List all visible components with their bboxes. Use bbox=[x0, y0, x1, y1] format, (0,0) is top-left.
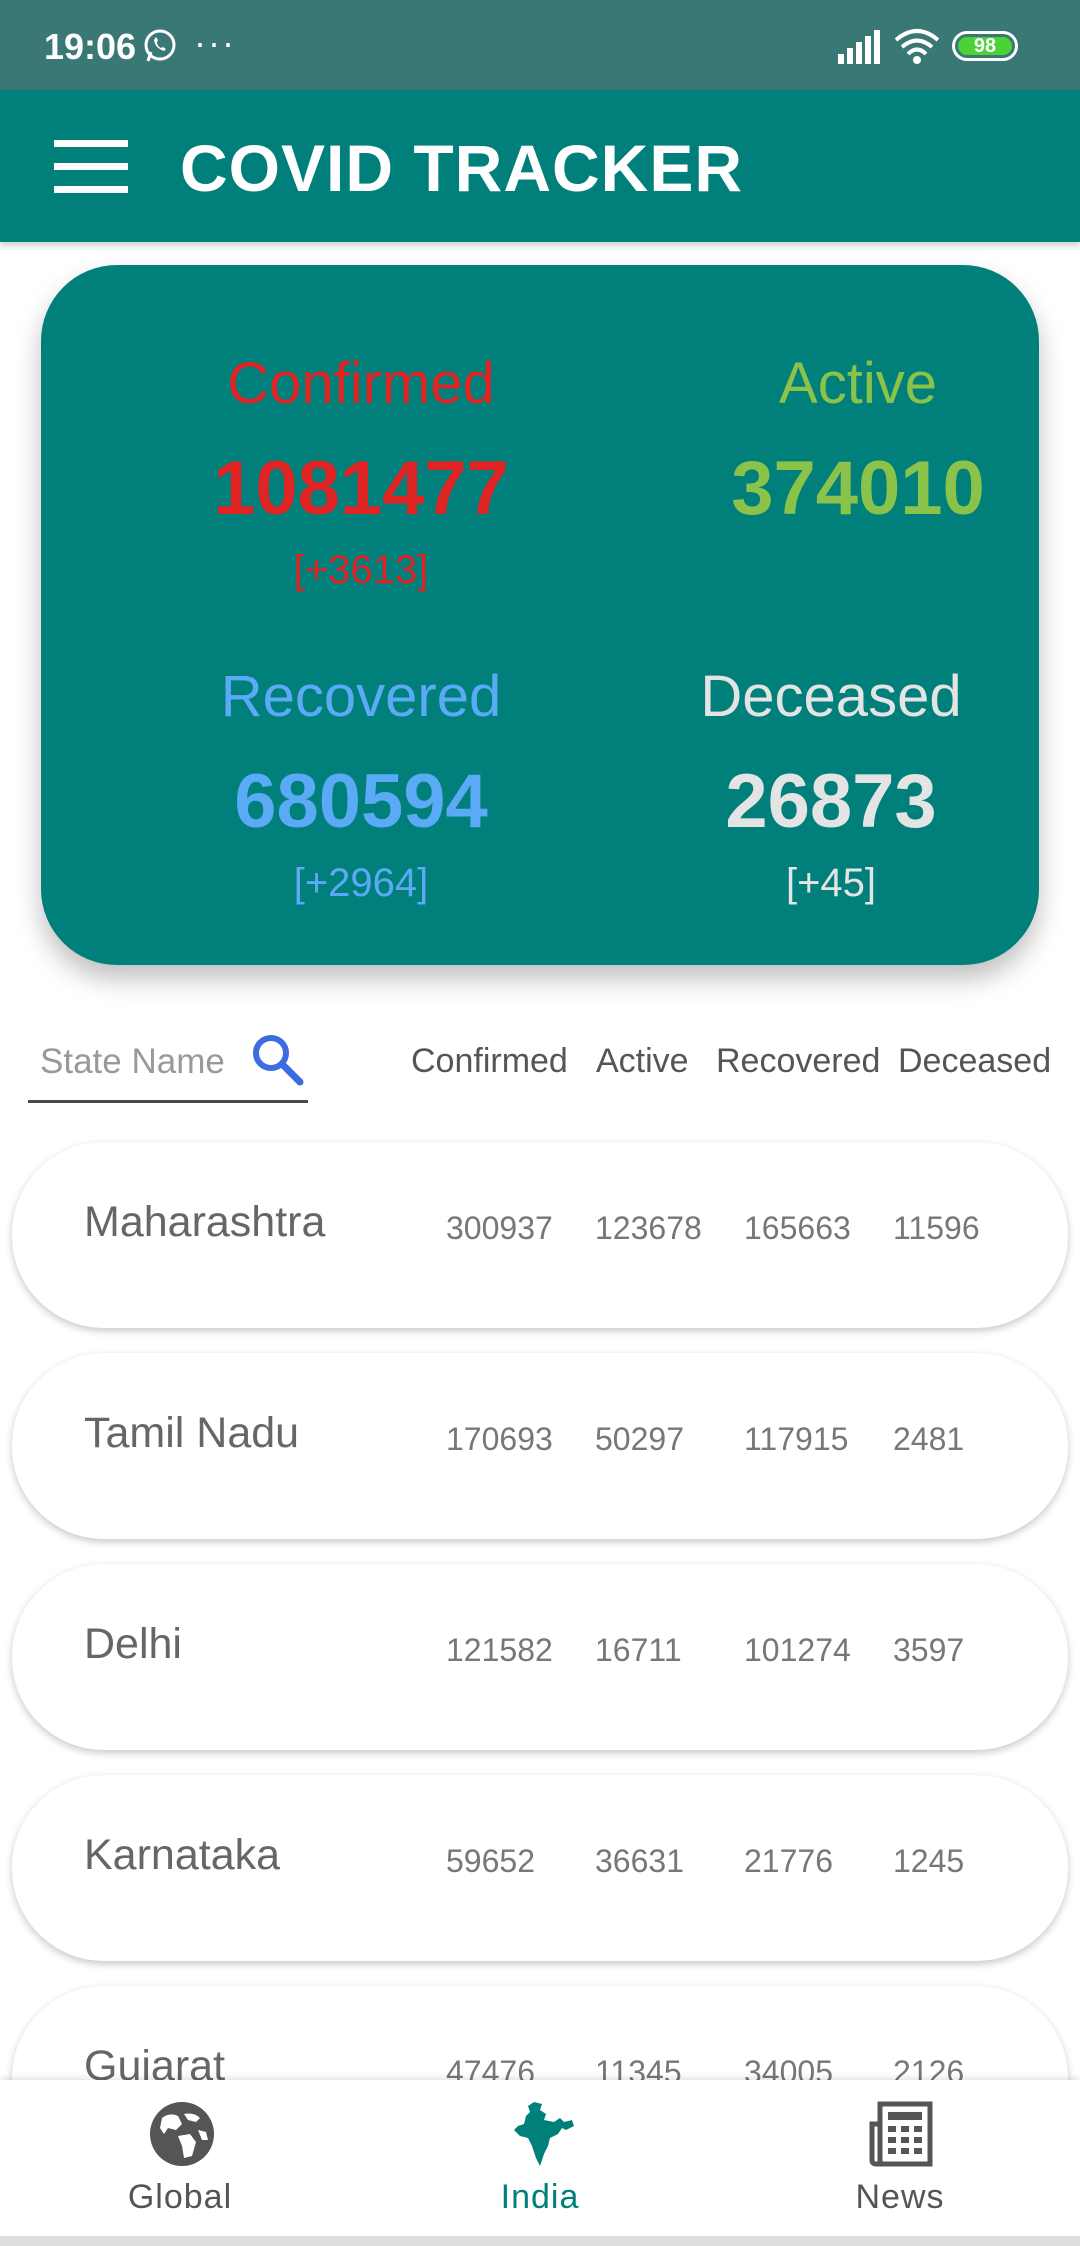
state-row[interactable]: Maharashtra 300937 123678 165663 11596 bbox=[12, 1142, 1068, 1328]
nav-global-label: Global bbox=[127, 2178, 233, 2216]
search-placeholder: State Name bbox=[40, 1042, 225, 1081]
wifi-icon bbox=[894, 29, 940, 64]
nav-news[interactable]: News bbox=[720, 2080, 1080, 2246]
column-header-deceased: Deceased bbox=[898, 1042, 1052, 1080]
recovered-stat: Recovered 680594 [+2964] bbox=[151, 663, 571, 906]
state-confirmed: 59652 bbox=[446, 1843, 535, 1879]
system-navigation-bar bbox=[0, 2236, 1080, 2246]
menu-icon[interactable] bbox=[54, 140, 128, 193]
state-row[interactable]: Delhi 121582 16711 101274 3597 bbox=[12, 1564, 1068, 1750]
bottom-navigation: Global India News bbox=[0, 2080, 1080, 2246]
nav-news-label: News bbox=[855, 2178, 945, 2216]
column-header-recovered: Recovered bbox=[716, 1042, 881, 1080]
summary-card: Confirmed 1081477 [+3613] Active 374010 … bbox=[41, 265, 1039, 965]
status-time: 19:06 bbox=[44, 26, 137, 67]
state-confirmed: 121582 bbox=[446, 1632, 553, 1668]
state-recovered: 101274 bbox=[744, 1632, 851, 1668]
india-map-icon bbox=[514, 2102, 574, 2166]
nav-global[interactable]: Global bbox=[0, 2080, 360, 2246]
column-header-confirmed: Confirmed bbox=[411, 1042, 568, 1080]
battery-level: 98 bbox=[958, 36, 1012, 56]
state-recovered: 21776 bbox=[744, 1843, 833, 1879]
app-bar: COVID TRACKER bbox=[0, 90, 1080, 242]
app-title: COVID TRACKER bbox=[180, 131, 744, 205]
deceased-stat: Deceased 26873 [+45] bbox=[621, 663, 1041, 906]
battery-icon: 98 bbox=[952, 31, 1018, 61]
state-active: 123678 bbox=[595, 1210, 702, 1246]
active-label: Active bbox=[779, 351, 937, 416]
state-confirmed: 170693 bbox=[446, 1421, 553, 1457]
state-name: Maharashtra bbox=[84, 1198, 326, 1246]
state-row[interactable]: Karnataka 59652 36631 21776 1245 bbox=[12, 1775, 1068, 1961]
deceased-value: 26873 bbox=[725, 759, 937, 844]
state-confirmed: 300937 bbox=[446, 1210, 553, 1246]
confirmed-value: 1081477 bbox=[213, 446, 509, 531]
active-stat: Active 374010 bbox=[648, 350, 1068, 532]
confirmed-delta: [+3613] bbox=[293, 548, 429, 592]
whatsapp-icon bbox=[144, 29, 176, 62]
nav-india[interactable]: India bbox=[360, 2080, 720, 2246]
confirmed-stat: Confirmed 1081477 [+3613] bbox=[151, 350, 571, 593]
state-active: 16711 bbox=[595, 1632, 682, 1668]
nav-india-label: India bbox=[500, 2178, 580, 2216]
state-deceased: 3597 bbox=[893, 1632, 965, 1668]
more-notifications-icon: ··· bbox=[194, 22, 236, 63]
confirmed-label: Confirmed bbox=[227, 351, 495, 416]
signal-icon bbox=[838, 30, 880, 64]
state-name: Tamil Nadu bbox=[84, 1409, 300, 1457]
recovered-delta: [+2964] bbox=[293, 861, 429, 905]
state-recovered: 117915 bbox=[744, 1421, 849, 1457]
deceased-label: Deceased bbox=[700, 664, 962, 729]
state-name: Delhi bbox=[84, 1620, 182, 1668]
state-deceased: 2481 bbox=[893, 1421, 965, 1457]
globe-icon bbox=[150, 2102, 214, 2166]
state-active: 36631 bbox=[595, 1843, 684, 1879]
recovered-value: 680594 bbox=[234, 759, 488, 844]
active-value: 374010 bbox=[731, 446, 985, 531]
state-recovered: 165663 bbox=[744, 1210, 851, 1246]
state-name: Karnataka bbox=[84, 1831, 281, 1879]
state-search-input[interactable]: State Name bbox=[28, 1022, 308, 1103]
state-active: 50297 bbox=[595, 1421, 684, 1457]
newspaper-icon bbox=[869, 2101, 933, 2167]
state-deceased: 11596 bbox=[893, 1210, 980, 1246]
state-deceased: 1245 bbox=[893, 1843, 965, 1879]
search-icon[interactable] bbox=[250, 1032, 304, 1086]
recovered-label: Recovered bbox=[220, 664, 502, 729]
deceased-delta: [+45] bbox=[785, 861, 877, 905]
status-bar: 19:06 ··· 98 bbox=[0, 0, 1080, 90]
column-header-active: Active bbox=[596, 1042, 689, 1080]
state-row[interactable]: Tamil Nadu 170693 50297 117915 2481 bbox=[12, 1353, 1068, 1539]
